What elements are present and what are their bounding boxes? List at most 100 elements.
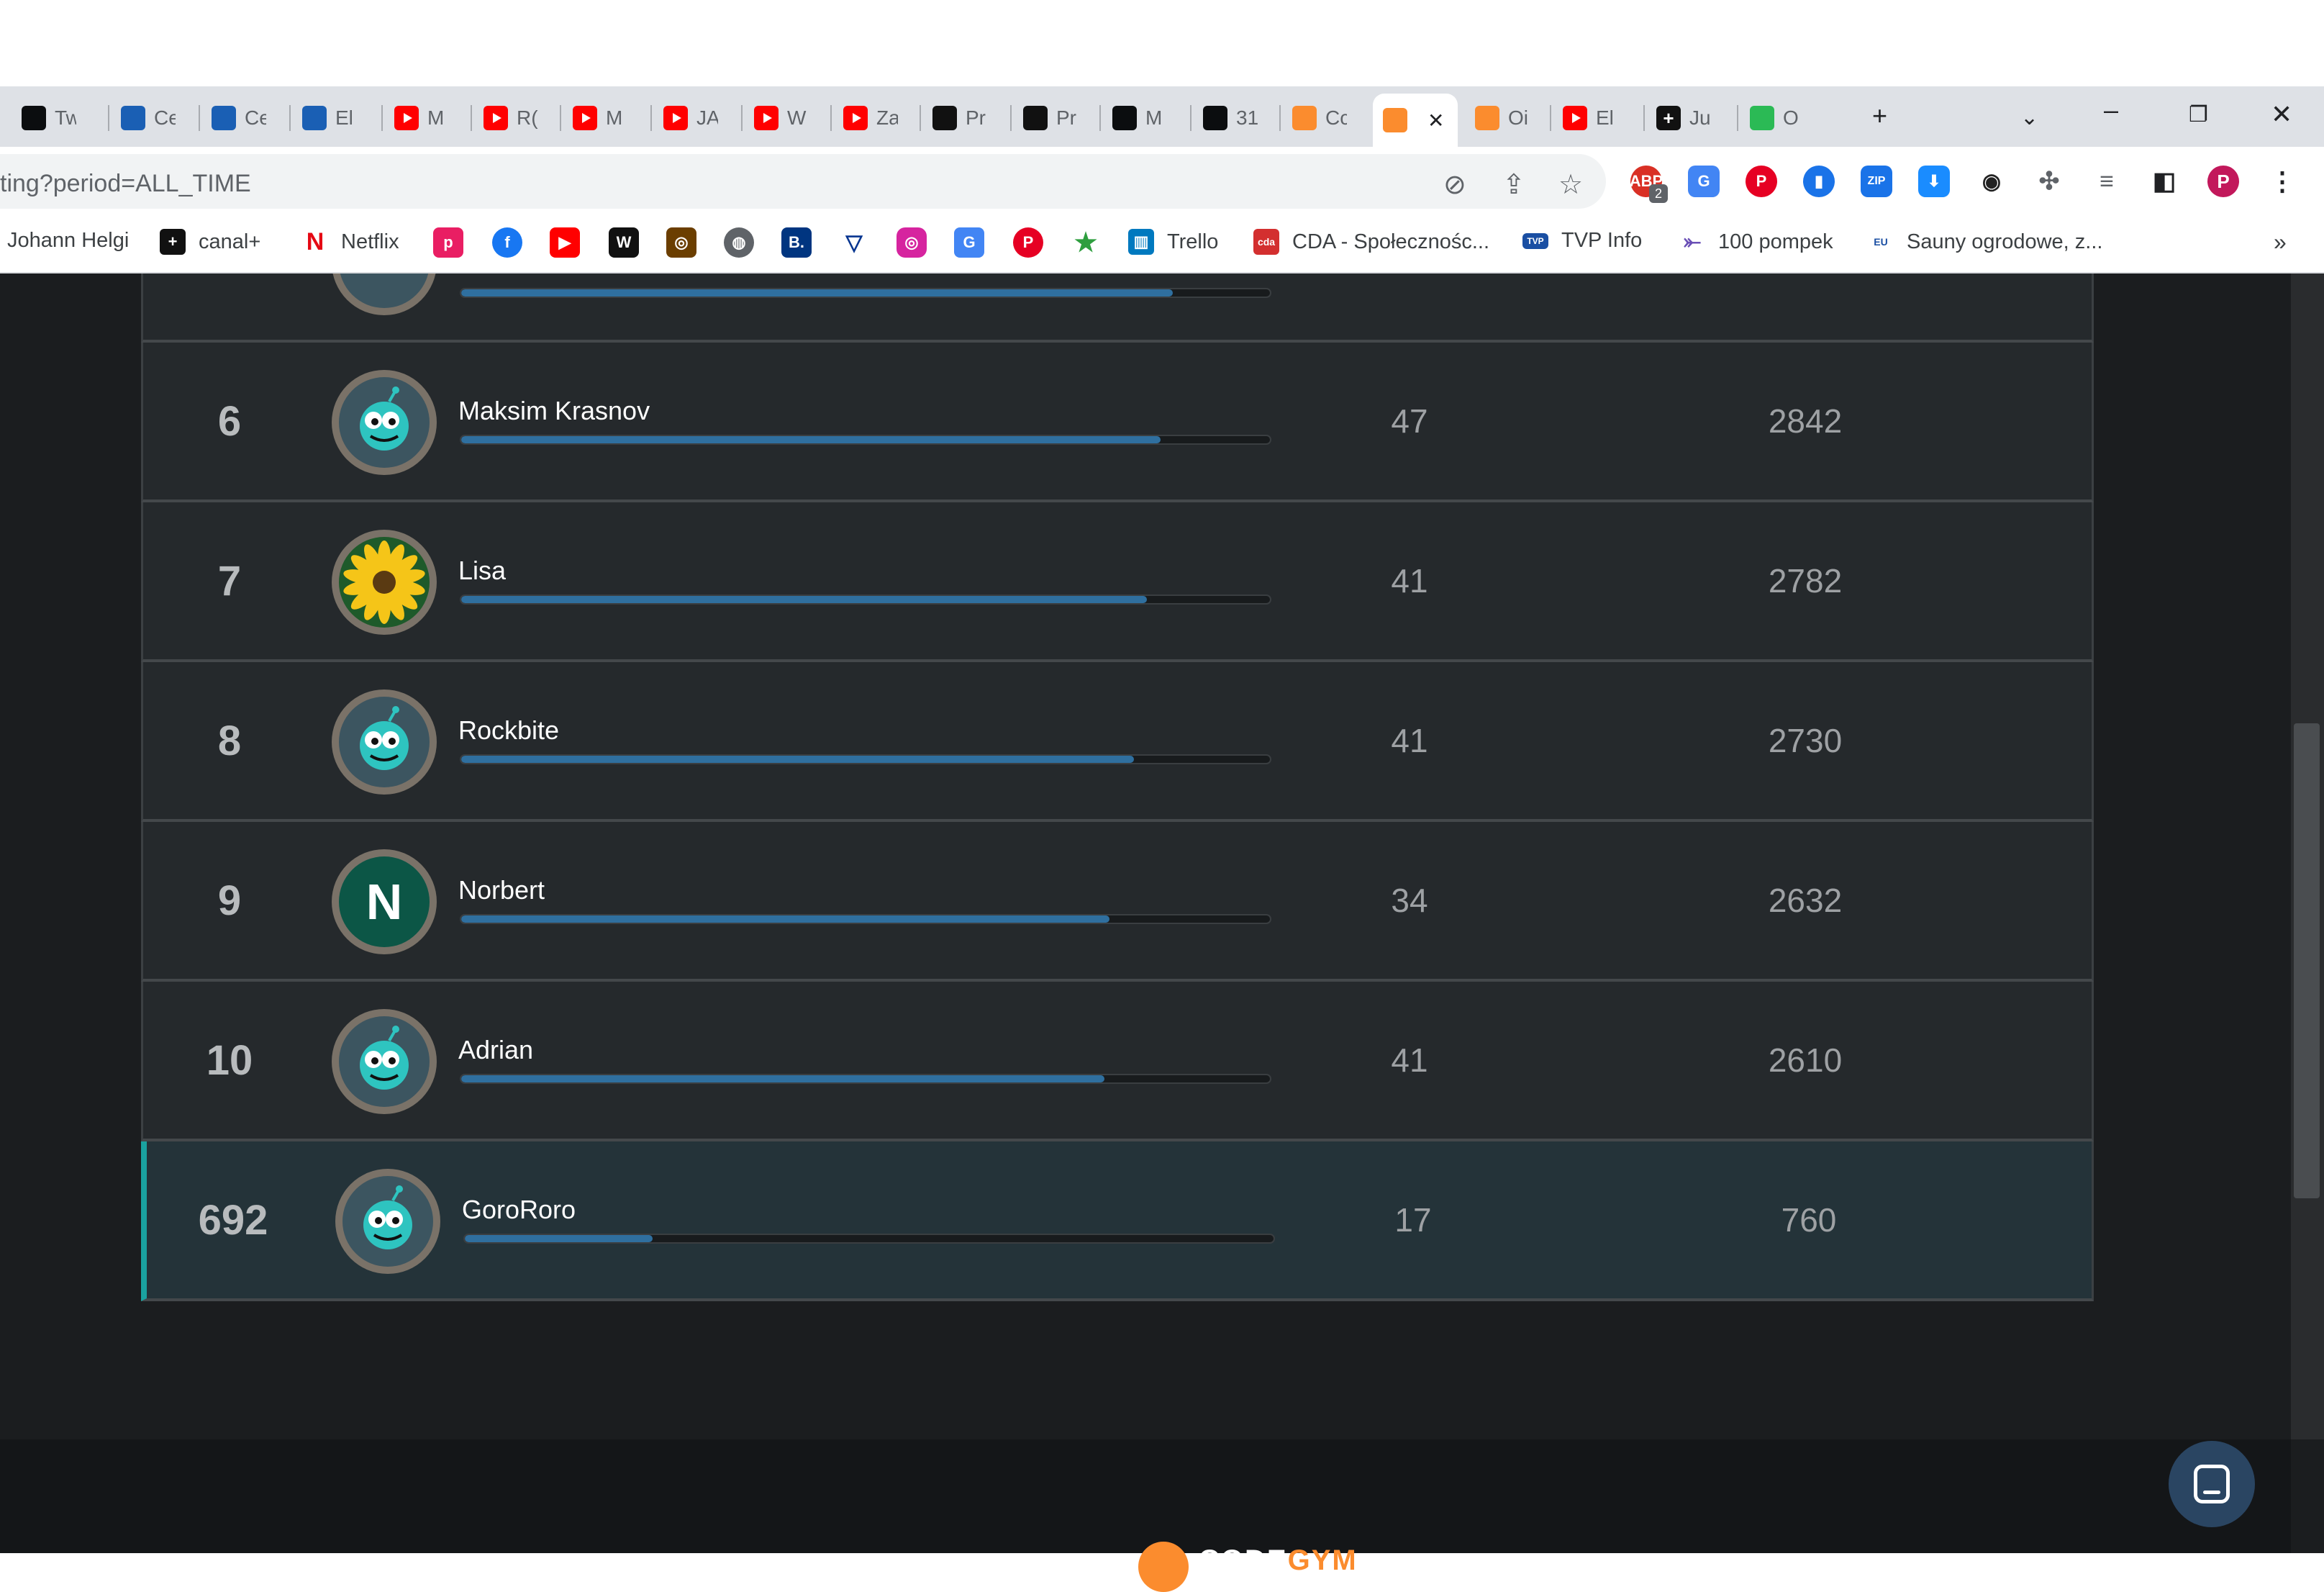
bookmarks-overflow-button[interactable]: » — [2274, 229, 2287, 255]
browser-tab[interactable]: Pr — [1023, 96, 1078, 140]
browser-tab[interactable]: Tw — [22, 96, 76, 140]
leaderboard-row[interactable]: 9 N Norbert 34 2632 — [141, 822, 2094, 982]
username[interactable]: Maksim Krasnov — [458, 396, 650, 426]
magnet-icon — [212, 106, 236, 130]
browser-tab[interactable]: W — [754, 96, 809, 140]
bookmark-canal-plus[interactable]: + canal+ — [160, 229, 260, 255]
username[interactable]: Rockbite — [458, 715, 559, 746]
bookmark-label: Sauny ogrodowe, z... — [1907, 230, 2103, 253]
close-tab-icon[interactable]: ✕ — [1427, 109, 1444, 132]
translate-extension-icon[interactable]: G — [1688, 166, 1720, 197]
bookmark-netflix[interactable]: N Netflix — [302, 228, 399, 255]
bookmark-tvp-info[interactable]: TVP TVP Info — [1522, 229, 1642, 253]
bookmark-star-icon[interactable]: ☆ — [1558, 168, 1583, 201]
browser-tab[interactable]: R( — [484, 96, 538, 140]
browser-tab[interactable]: M — [394, 96, 449, 140]
url-text[interactable]: ting?period=ALL_TIME — [0, 170, 251, 198]
codegym-logo[interactable]: CODE GYM — [1138, 1542, 1386, 1592]
ryanair-icon[interactable]: ▽ — [839, 227, 869, 258]
tab-title: Pr — [1056, 107, 1076, 129]
avatar[interactable]: N — [332, 849, 437, 954]
avatar[interactable] — [332, 530, 437, 635]
dark-site-icon[interactable]: W — [609, 227, 639, 258]
zip-extension-icon[interactable]: ZIP — [1861, 166, 1892, 197]
browser-tab[interactable]: M — [1112, 96, 1167, 140]
bookmark-trello[interactable]: ▥ Trello — [1128, 229, 1218, 255]
restore-button[interactable]: ❐ — [2189, 102, 2208, 127]
address-bar[interactable]: ting?period=ALL_TIME ⊘ ⇪ ☆ — [0, 154, 1606, 209]
browser-tab[interactable]: + Ju — [1656, 96, 1711, 140]
share-icon[interactable]: ⇪ — [1502, 168, 1525, 201]
username[interactable]: Norbert — [458, 875, 545, 905]
browser-tab[interactable]: 31 — [1203, 96, 1258, 140]
support-chat-button[interactable] — [2169, 1441, 2255, 1527]
youtube-icon — [663, 106, 688, 130]
brown-site-icon[interactable]: ◎ — [666, 227, 696, 258]
progress-fill — [461, 915, 1110, 923]
youtube-icon — [843, 106, 868, 130]
browser-tab[interactable]: M — [573, 96, 627, 140]
username[interactable]: GoroRoro — [462, 1195, 576, 1225]
globe-icon[interactable]: ◍ — [724, 227, 754, 258]
booking-icon[interactable]: B. — [781, 227, 812, 258]
star-bookmark-icon[interactable]: ★ — [1071, 227, 1101, 258]
progress-bar — [460, 914, 1271, 924]
facebook-icon[interactable]: f — [492, 227, 522, 258]
bookmark-cda[interactable]: cda CDA - Społecznośc... — [1253, 229, 1489, 255]
bookmark-sauny[interactable]: EU Sauny ogrodowe, z... — [1868, 229, 2102, 255]
browser-tab[interactable]: Pr — [932, 96, 987, 140]
euro-spas-icon: EU — [1868, 229, 1894, 255]
bookmark-extension-icon[interactable]: ▮ — [1803, 166, 1835, 197]
leaderboard-row[interactable]: 8 Rockbite 41 2730 — [141, 662, 2094, 822]
incognito-extension-icon[interactable]: ◉ — [1976, 166, 2007, 197]
chrome-menu-icon[interactable]: ⋮ — [2266, 166, 2298, 197]
browser-tab[interactable]: ✕ — [1373, 94, 1458, 147]
browser-tab[interactable]: El — [302, 96, 357, 140]
new-tab-button[interactable]: + — [1872, 101, 1887, 131]
progress-bar — [460, 1074, 1271, 1084]
leaderboard-row-current-user[interactable]: 692 GoroRoro 17 760 — [141, 1141, 2094, 1301]
pinterest-extension-icon[interactable]: P — [1746, 166, 1777, 197]
bookmark-johann-helgi[interactable]: Johann Helgi — [7, 229, 129, 253]
window-top-area — [0, 0, 2324, 86]
tab-separator — [1099, 105, 1101, 131]
close-window-button[interactable]: ✕ — [2271, 99, 2292, 130]
avatar[interactable] — [332, 1009, 437, 1114]
browser-tab[interactable]: O — [1750, 96, 1805, 140]
leaderboard-row[interactable]: 6 Maksim Krasnov 47 2842 — [141, 343, 2094, 502]
translate-bookmark-icon[interactable]: G — [954, 227, 984, 258]
magnet-icon — [302, 106, 327, 130]
minimize-button[interactable]: – — [2104, 95, 2118, 125]
bookmark-p-icon[interactable]: p — [433, 227, 463, 258]
pinterest-bookmark-icon[interactable]: P — [1013, 227, 1043, 258]
browser-tab[interactable]: Oi — [1475, 96, 1530, 140]
browser-tab[interactable]: Ce — [121, 96, 176, 140]
browser-tab[interactable]: Ce — [212, 96, 266, 140]
browser-tab[interactable]: Cc — [1292, 96, 1347, 140]
avatar[interactable] — [332, 370, 437, 475]
leaderboard-row[interactable]: 10 Adrian 41 2610 — [141, 982, 2094, 1141]
avatar[interactable] — [332, 689, 437, 795]
browser-tab[interactable]: El — [1563, 96, 1617, 140]
extensions-puzzle-icon[interactable]: ✣ — [2033, 166, 2065, 197]
username[interactable]: Adrian — [458, 1035, 533, 1065]
username[interactable]: Lisa — [458, 556, 506, 586]
youtube-bookmark-icon[interactable]: ▶ — [550, 227, 580, 258]
tab-search-chevron-icon[interactable]: ⌄ — [2020, 105, 2038, 130]
browser-tab[interactable]: Za — [843, 96, 898, 140]
reading-list-icon[interactable]: ≡ — [2091, 166, 2123, 197]
browser-tab[interactable]: JA — [663, 96, 718, 140]
profile-avatar[interactable]: P — [2207, 166, 2239, 197]
tab-separator — [381, 105, 383, 131]
progress-fill — [461, 436, 1161, 443]
leaderboard-row[interactable]: 7 Lisa 41 2782 — [141, 502, 2094, 662]
youtube-icon — [484, 106, 508, 130]
download-extension-icon[interactable]: ⬇ — [1918, 166, 1950, 197]
bookmark-100-pompek[interactable]: ⤜ 100 pompek — [1679, 229, 1833, 255]
logo-text-gym: GYM — [1287, 1544, 1358, 1576]
scrollbar-thumb[interactable] — [2294, 723, 2320, 1198]
eye-off-icon[interactable]: ⊘ — [1443, 168, 1466, 201]
avatar[interactable] — [335, 1169, 440, 1274]
instagram-icon[interactable]: ◎ — [897, 227, 927, 258]
side-panel-icon[interactable]: ◧ — [2148, 166, 2180, 197]
